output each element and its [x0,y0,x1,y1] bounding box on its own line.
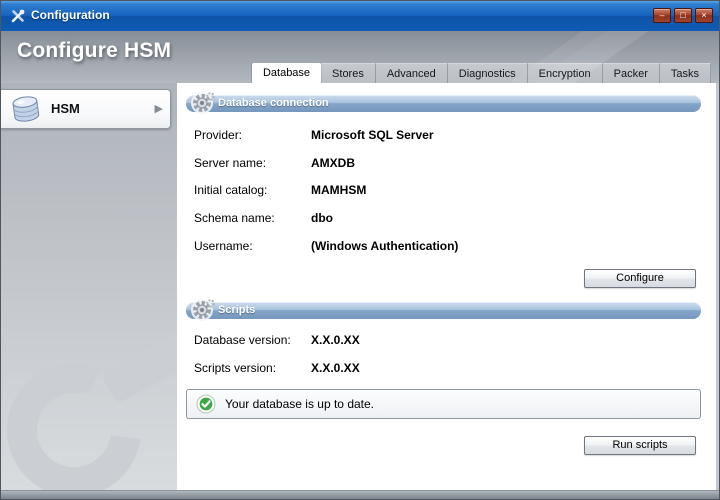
check-circle-icon [196,394,216,414]
page-title: Configure HSM [17,39,171,63]
section-header-database-connection: Database connection [186,95,701,112]
sidebar-item-hsm[interactable]: HSM ▶ [1,89,171,129]
section-title: Scripts [218,302,701,319]
tab-database[interactable]: Database [252,63,321,83]
status-message: Your database is up to date. [225,390,374,418]
scripts-version-label: Scripts version: [194,361,276,375]
window-frame-bottom [1,490,719,499]
gear-icon [189,297,215,323]
schema-name-value: dbo [311,211,333,225]
main-panel: Database connection Provider: Microsoft … [177,83,716,492]
initial-catalog-value: MAMHSM [311,183,366,197]
section-title: Database connection [218,95,701,112]
window-frame-right [716,83,719,492]
tab-stores[interactable]: Stores [321,63,376,83]
sidebar-item-label: HSM [51,90,80,128]
username-value: (Windows Authentication) [311,239,458,253]
close-button[interactable]: × [695,8,713,23]
configuration-window: Configuration – □ × Configure HSM Databa… [0,0,720,500]
run-scripts-button[interactable]: Run scripts [584,436,696,455]
username-label: Username: [194,239,253,253]
status-box: Your database is up to date. [186,389,701,419]
maximize-button[interactable]: □ [674,8,692,23]
tab-bar: Database Stores Advanced Diagnostics Enc… [252,63,711,83]
database-version-label: Database version: [194,333,291,347]
tools-icon [10,8,26,24]
tab-packer[interactable]: Packer [603,63,660,83]
window-title: Configuration [31,1,110,30]
database-version-value: X.X.0.XX [311,333,360,347]
database-server-icon [8,93,44,127]
server-name-label: Server name: [194,156,266,170]
tab-advanced[interactable]: Advanced [376,63,448,83]
tab-encryption[interactable]: Encryption [528,63,603,83]
initial-catalog-label: Initial catalog: [194,183,267,197]
section-header-scripts: Scripts [186,302,701,319]
scripts-version-value: X.X.0.XX [311,361,360,375]
sidebar: HSM ▶ [1,83,177,492]
minimize-button[interactable]: – [653,8,671,23]
configure-button[interactable]: Configure [584,269,696,288]
tab-tasks[interactable]: Tasks [660,63,711,83]
server-name-value: AMXDB [311,156,355,170]
header-band: Configure HSM Database Stores Advanced D… [1,31,719,83]
provider-label: Provider: [194,128,242,142]
wrench-watermark-icon [1,320,177,492]
schema-name-label: Schema name: [194,211,275,225]
tab-diagnostics[interactable]: Diagnostics [448,63,528,83]
titlebar: Configuration – □ × [1,1,719,31]
window-controls: – □ × [653,8,713,23]
provider-value: Microsoft SQL Server [311,128,433,142]
chevron-right-icon: ▶ [155,90,163,128]
gear-icon [189,90,215,116]
